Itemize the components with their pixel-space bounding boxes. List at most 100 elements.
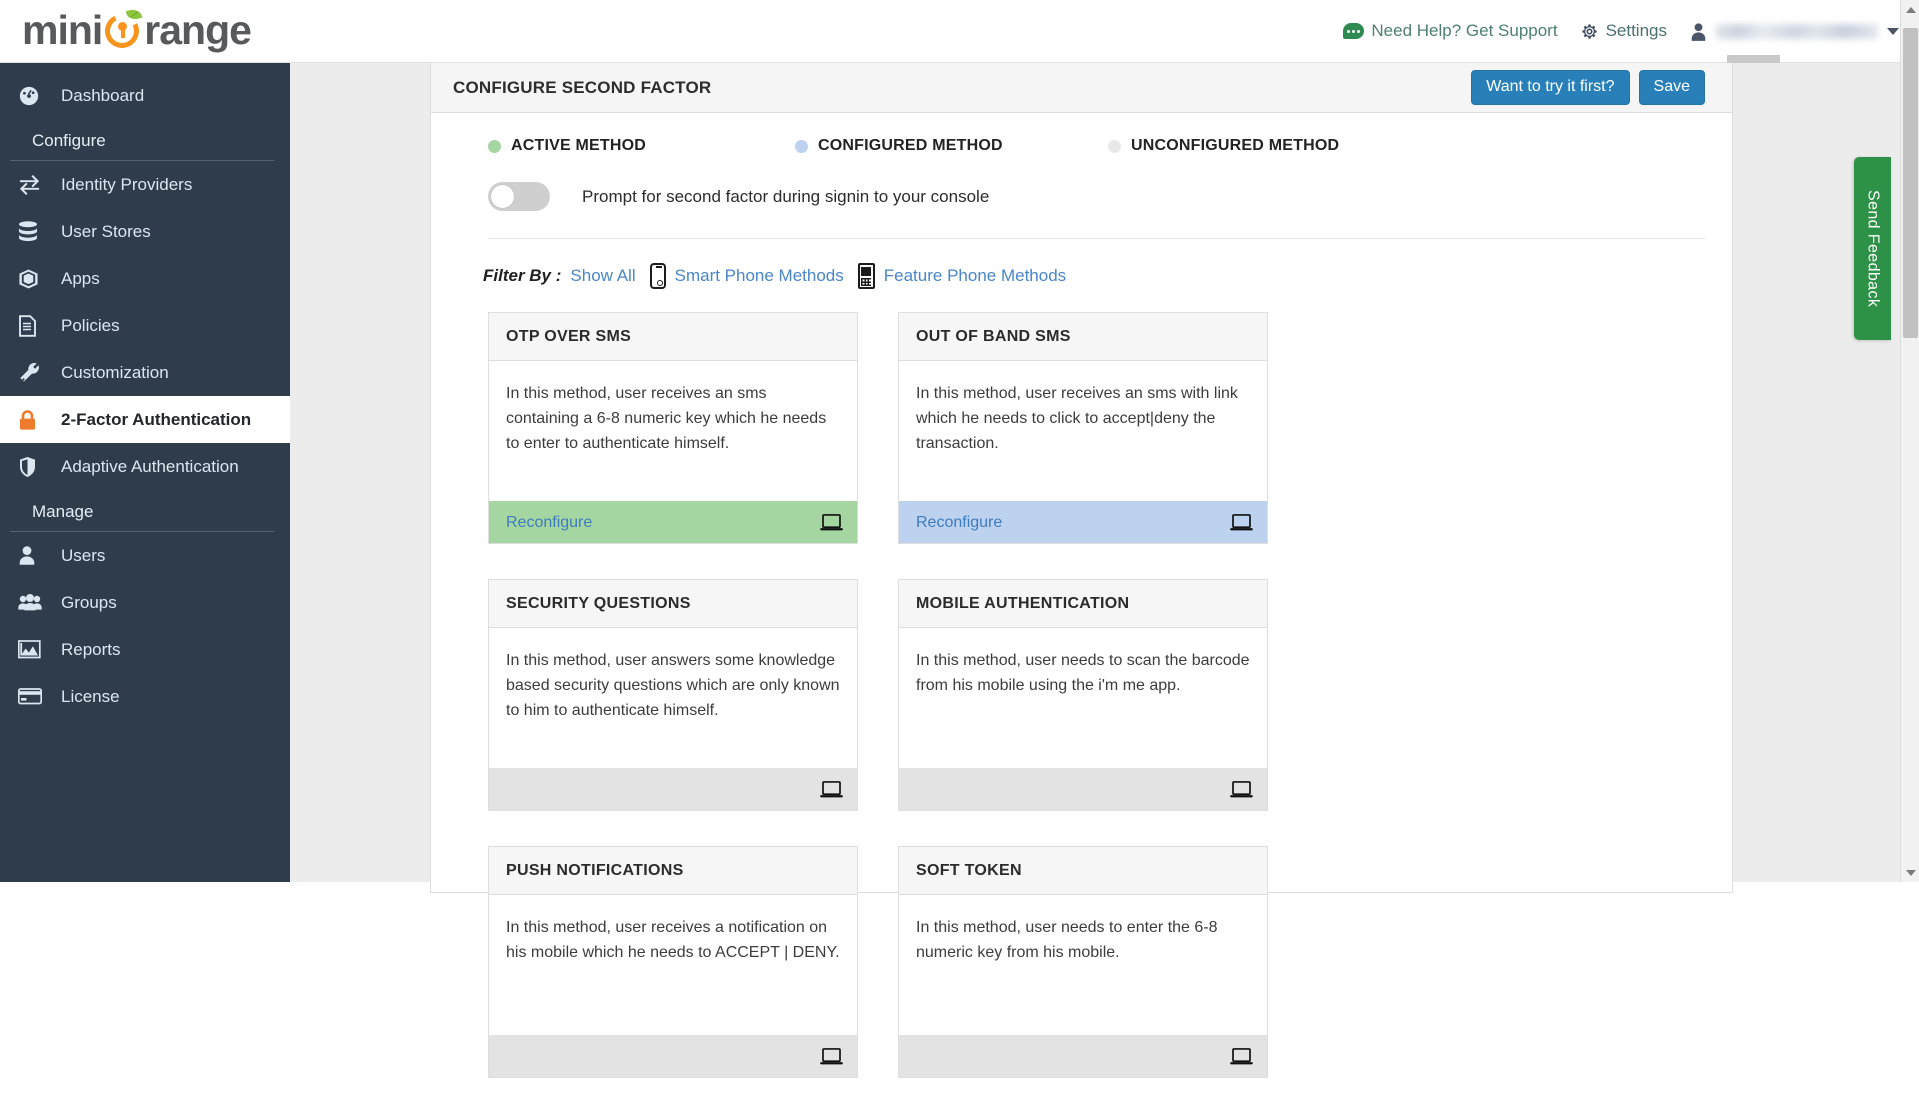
configure-second-factor-panel: CONFIGURE SECOND FACTOR Want to try it f… <box>430 63 1733 893</box>
padlock-icon <box>18 409 48 431</box>
sidebar-item-customization[interactable]: Customization <box>0 349 290 396</box>
sidebar-item-label: Adaptive Authentication <box>61 457 239 477</box>
settings-link[interactable]: Settings <box>1569 0 1678 62</box>
feature-phone-icon <box>858 263 875 289</box>
legend-item-active: ACTIVE METHOD <box>488 137 795 155</box>
method-card[interactable]: OTP OVER SMS In this method, user receiv… <box>488 312 858 544</box>
sidebar-item-label: Groups <box>61 593 117 613</box>
smartphone-icon <box>650 263 666 289</box>
method-card-description: In this method, user needs to scan the b… <box>899 628 1267 768</box>
want-to-try-it-first-button[interactable]: Want to try it first? <box>1471 70 1629 105</box>
filter-by-label: Filter By : <box>483 266 561 286</box>
method-card-description: In this method, user receives an sms wit… <box>899 361 1267 501</box>
reconfigure-link[interactable]: Reconfigure <box>916 514 1002 532</box>
toggle-knob <box>491 185 514 208</box>
user-name-redacted <box>1716 24 1878 39</box>
method-card-title: PUSH NOTIFICATIONS <box>489 847 857 895</box>
laptop-icon <box>1230 781 1253 798</box>
gauge-icon <box>18 85 48 107</box>
status-dot-active <box>488 140 501 153</box>
method-card[interactable]: OUT OF BAND SMS In this method, user rec… <box>898 312 1268 544</box>
filter-feature-phone-methods-link[interactable]: Feature Phone Methods <box>884 266 1066 286</box>
legend-label: CONFIGURED METHOD <box>818 137 1003 155</box>
sidebar-item-identity-providers[interactable]: Identity Providers <box>0 161 290 208</box>
cube-icon <box>18 268 48 290</box>
send-feedback-tab[interactable]: Send Feedback <box>1854 157 1891 340</box>
sidebar-item-label: Users <box>61 546 105 566</box>
method-card-title: OTP OVER SMS <box>489 313 857 361</box>
exchange-arrows-icon <box>18 174 48 196</box>
scroll-up-button[interactable] <box>1901 0 1919 19</box>
sidebar-nav: Dashboard Configure Identity Providers U… <box>0 63 290 882</box>
person-icon <box>1690 22 1707 41</box>
sidebar-item-user-stores[interactable]: User Stores <box>0 208 290 255</box>
sidebar-item-label: License <box>61 687 120 707</box>
method-card-footer <box>899 768 1267 810</box>
sidebar-item-users[interactable]: Users <box>0 532 290 579</box>
vertical-scrollbar[interactable] <box>1900 0 1919 882</box>
method-card-title: MOBILE AUTHENTICATION <box>899 580 1267 628</box>
laptop-icon <box>820 1048 843 1065</box>
sidebar-group-configure: Configure <box>10 119 274 161</box>
sidebar-item-label: Apps <box>61 269 100 289</box>
method-card-title: SECURITY QUESTIONS <box>489 580 857 628</box>
method-card-description: In this method, user receives a notifica… <box>489 895 857 1035</box>
method-card-description: In this method, user needs to enter the … <box>899 895 1267 1035</box>
method-card-title: SOFT TOKEN <box>899 847 1267 895</box>
method-card[interactable]: PUSH NOTIFICATIONS In this method, user … <box>488 846 858 1078</box>
reconfigure-link[interactable]: Reconfigure <box>506 514 592 532</box>
prompt-second-factor-toggle[interactable] <box>488 182 550 211</box>
method-card[interactable]: SECURITY QUESTIONS In this method, user … <box>488 579 858 811</box>
database-icon <box>18 221 48 243</box>
logo-text-mini: mini <box>22 7 102 54</box>
horizontal-scroll-hint[interactable] <box>1727 55 1780 63</box>
save-button[interactable]: Save <box>1639 70 1705 105</box>
method-card-footer <box>489 1035 857 1077</box>
sidebar-item-label: Policies <box>61 316 120 336</box>
sidebar-item-label: Identity Providers <box>61 175 192 195</box>
method-card-footer: Reconfigure <box>489 501 857 543</box>
filter-by-row: Filter By : Show All Smart Phone Methods… <box>431 239 1732 289</box>
sidebar-item-2-factor-authentication[interactable]: 2-Factor Authentication <box>0 396 290 443</box>
sidebar-item-reports[interactable]: Reports <box>0 626 290 673</box>
sidebar-group-manage: Manage <box>10 490 274 532</box>
sidebar-item-label: Dashboard <box>61 86 144 106</box>
method-card-title: OUT OF BAND SMS <box>899 313 1267 361</box>
prompt-second-factor-row: Prompt for second factor during signin t… <box>431 155 1732 211</box>
scroll-down-button[interactable] <box>1901 863 1919 882</box>
method-card-footer <box>489 768 857 810</box>
support-label: Need Help? Get Support <box>1371 21 1557 41</box>
chevron-down-icon[interactable] <box>1887 28 1899 35</box>
sidebar-item-apps[interactable]: Apps <box>0 255 290 302</box>
laptop-icon <box>820 781 843 798</box>
support-link[interactable]: Need Help? Get Support <box>1332 0 1568 62</box>
method-card[interactable]: MOBILE AUTHENTICATION In this method, us… <box>898 579 1268 811</box>
gear-icon <box>1580 22 1599 41</box>
filter-show-all-link[interactable]: Show All <box>570 266 635 286</box>
panel-header-buttons: Want to try it first? Save <box>1471 70 1705 105</box>
sidebar-item-dashboard[interactable]: Dashboard <box>0 72 290 119</box>
user-menu[interactable] <box>1678 0 1901 62</box>
filter-smart-phone-methods-link[interactable]: Smart Phone Methods <box>675 266 844 286</box>
logo-text-range: range <box>144 7 251 54</box>
sidebar-item-license[interactable]: License <box>0 673 290 720</box>
legend-item-unconfigured: UNCONFIGURED METHOD <box>1108 137 1339 155</box>
scrollbar-thumb[interactable] <box>1903 28 1918 338</box>
shield-icon <box>18 456 48 478</box>
miniorange-logo[interactable]: mini range <box>22 6 251 54</box>
sidebar-item-label: Reports <box>61 640 121 660</box>
wrench-icon <box>18 362 48 384</box>
chat-bubble-icon <box>1343 23 1364 39</box>
sidebar-item-adaptive-authentication[interactable]: Adaptive Authentication <box>0 443 290 490</box>
method-card-footer: Reconfigure <box>899 501 1267 543</box>
prompt-second-factor-label: Prompt for second factor during signin t… <box>582 187 989 207</box>
panel-header: CONFIGURE SECOND FACTOR Want to try it f… <box>431 63 1732 113</box>
method-card[interactable]: SOFT TOKEN In this method, user needs to… <box>898 846 1268 1078</box>
method-card-description: In this method, user answers some knowle… <box>489 628 857 768</box>
sidebar-item-policies[interactable]: Policies <box>0 302 290 349</box>
method-card-footer <box>899 1035 1267 1077</box>
page-title: CONFIGURE SECOND FACTOR <box>453 78 711 98</box>
legend-item-configured: CONFIGURED METHOD <box>795 137 1108 155</box>
sidebar-item-groups[interactable]: Groups <box>0 579 290 626</box>
status-legend: ACTIVE METHOD CONFIGURED METHOD UNCONFIG… <box>431 113 1732 155</box>
